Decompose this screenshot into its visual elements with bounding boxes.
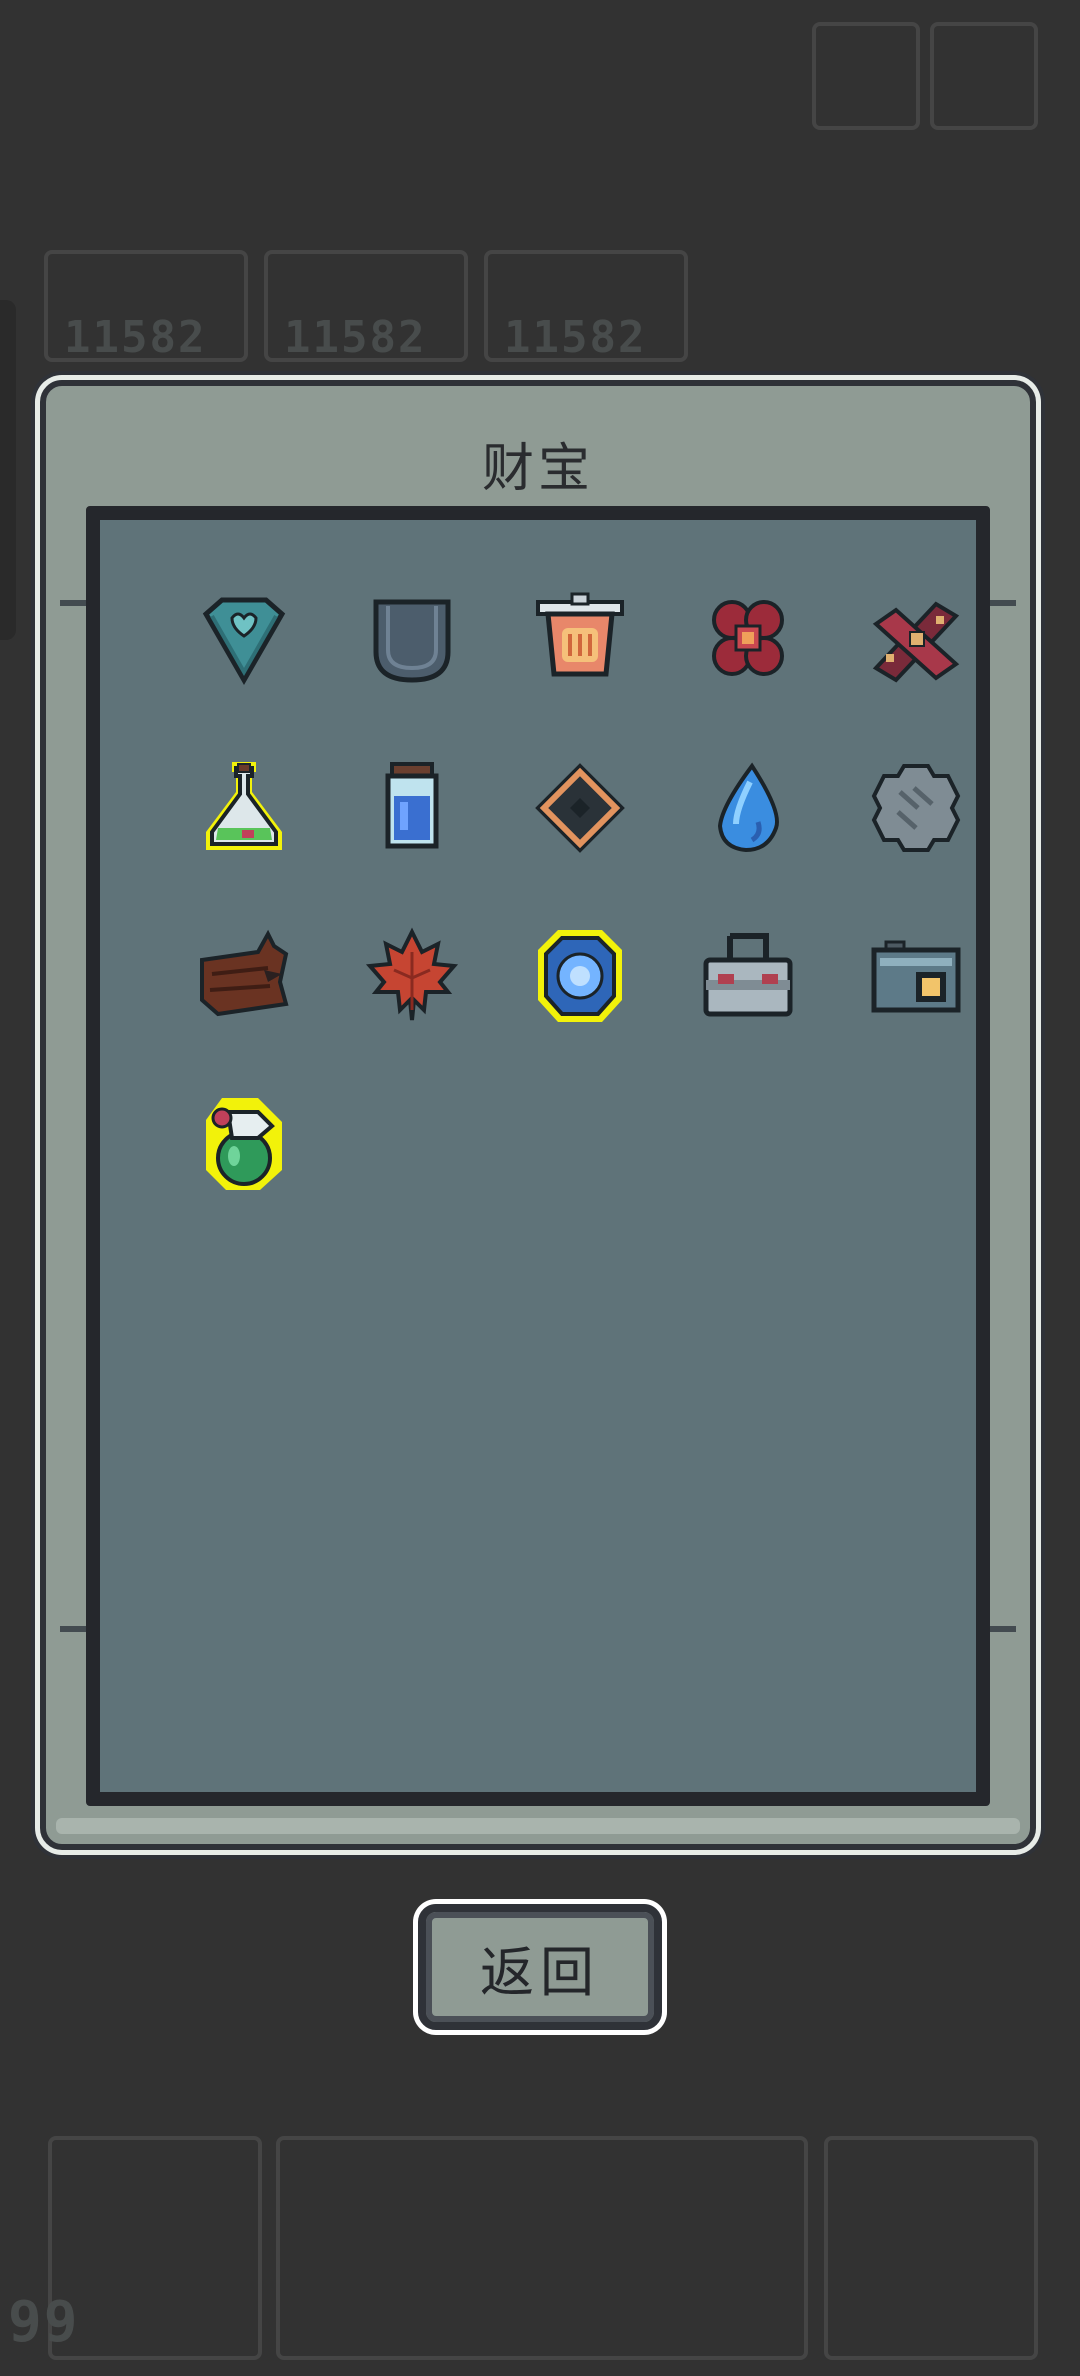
maple-leaf-icon[interactable] <box>362 926 462 1026</box>
panel-notch <box>60 600 86 606</box>
side-tab <box>0 300 16 640</box>
blue-jar-icon[interactable] <box>362 758 462 858</box>
metal-lunchbox-graphic <box>703 933 793 1017</box>
dialog-title: 财宝 <box>481 439 594 499</box>
bg-button-top-2 <box>930 22 1038 130</box>
diamond-rune-graphic <box>535 763 625 853</box>
water-drop-graphic <box>717 762 779 853</box>
camera-icon[interactable] <box>866 926 966 1026</box>
bg-resource-count-3: 11582 <box>504 312 647 363</box>
grey-pocket-graphic <box>373 599 451 683</box>
teal-heart-gem-icon[interactable] <box>194 590 294 690</box>
bg-attack-button <box>48 2136 262 2360</box>
green-bottle-gourd-icon[interactable] <box>194 1094 294 1194</box>
water-drop-icon[interactable] <box>698 758 798 858</box>
panel-notch <box>990 1626 1016 1632</box>
green-potion-flask-graphic <box>206 762 282 850</box>
bg-center-bar <box>276 2136 808 2360</box>
wooden-log-icon[interactable] <box>194 926 294 1026</box>
maple-leaf-graphic <box>365 927 459 1021</box>
back-button[interactable]: 返回 <box>418 1904 662 2030</box>
teal-heart-gem-graphic <box>202 597 286 686</box>
bg-resource-count-1: 11582 <box>64 312 207 363</box>
panel-notch <box>60 1626 86 1632</box>
treasure-grid-panel <box>60 506 1016 1806</box>
panel-notch <box>990 600 1016 606</box>
dna-ribbon-icon[interactable] <box>866 590 966 690</box>
dna-ribbon-graphic <box>872 601 960 683</box>
metal-lunchbox-icon[interactable] <box>698 926 798 1026</box>
blue-jar-graphic <box>385 762 439 849</box>
blue-orb-badge-icon[interactable] <box>530 926 630 1026</box>
blue-orb-badge-graphic <box>538 930 622 1022</box>
lantern-cup-graphic <box>536 592 624 677</box>
wooden-log-graphic <box>200 929 289 1017</box>
lantern-cup-icon[interactable] <box>530 590 630 690</box>
stone-gear-icon[interactable] <box>866 758 966 858</box>
green-bottle-gourd-graphic <box>206 1098 282 1190</box>
stone-gear-graphic <box>871 764 961 852</box>
red-flower-graphic <box>712 600 784 676</box>
bg-button-top-1 <box>812 22 920 130</box>
red-flower-icon[interactable] <box>698 590 798 690</box>
bg-corner-count: 99 <box>8 2290 80 2355</box>
grey-pocket-icon[interactable] <box>362 590 462 690</box>
bg-resource-count-2: 11582 <box>284 312 427 363</box>
bg-character-button <box>824 2136 1038 2360</box>
diamond-rune-icon[interactable] <box>530 758 630 858</box>
green-potion-flask-icon[interactable] <box>194 758 294 858</box>
treasure-dialog: 财宝 <box>40 380 1036 1850</box>
camera-graphic <box>871 940 961 1013</box>
